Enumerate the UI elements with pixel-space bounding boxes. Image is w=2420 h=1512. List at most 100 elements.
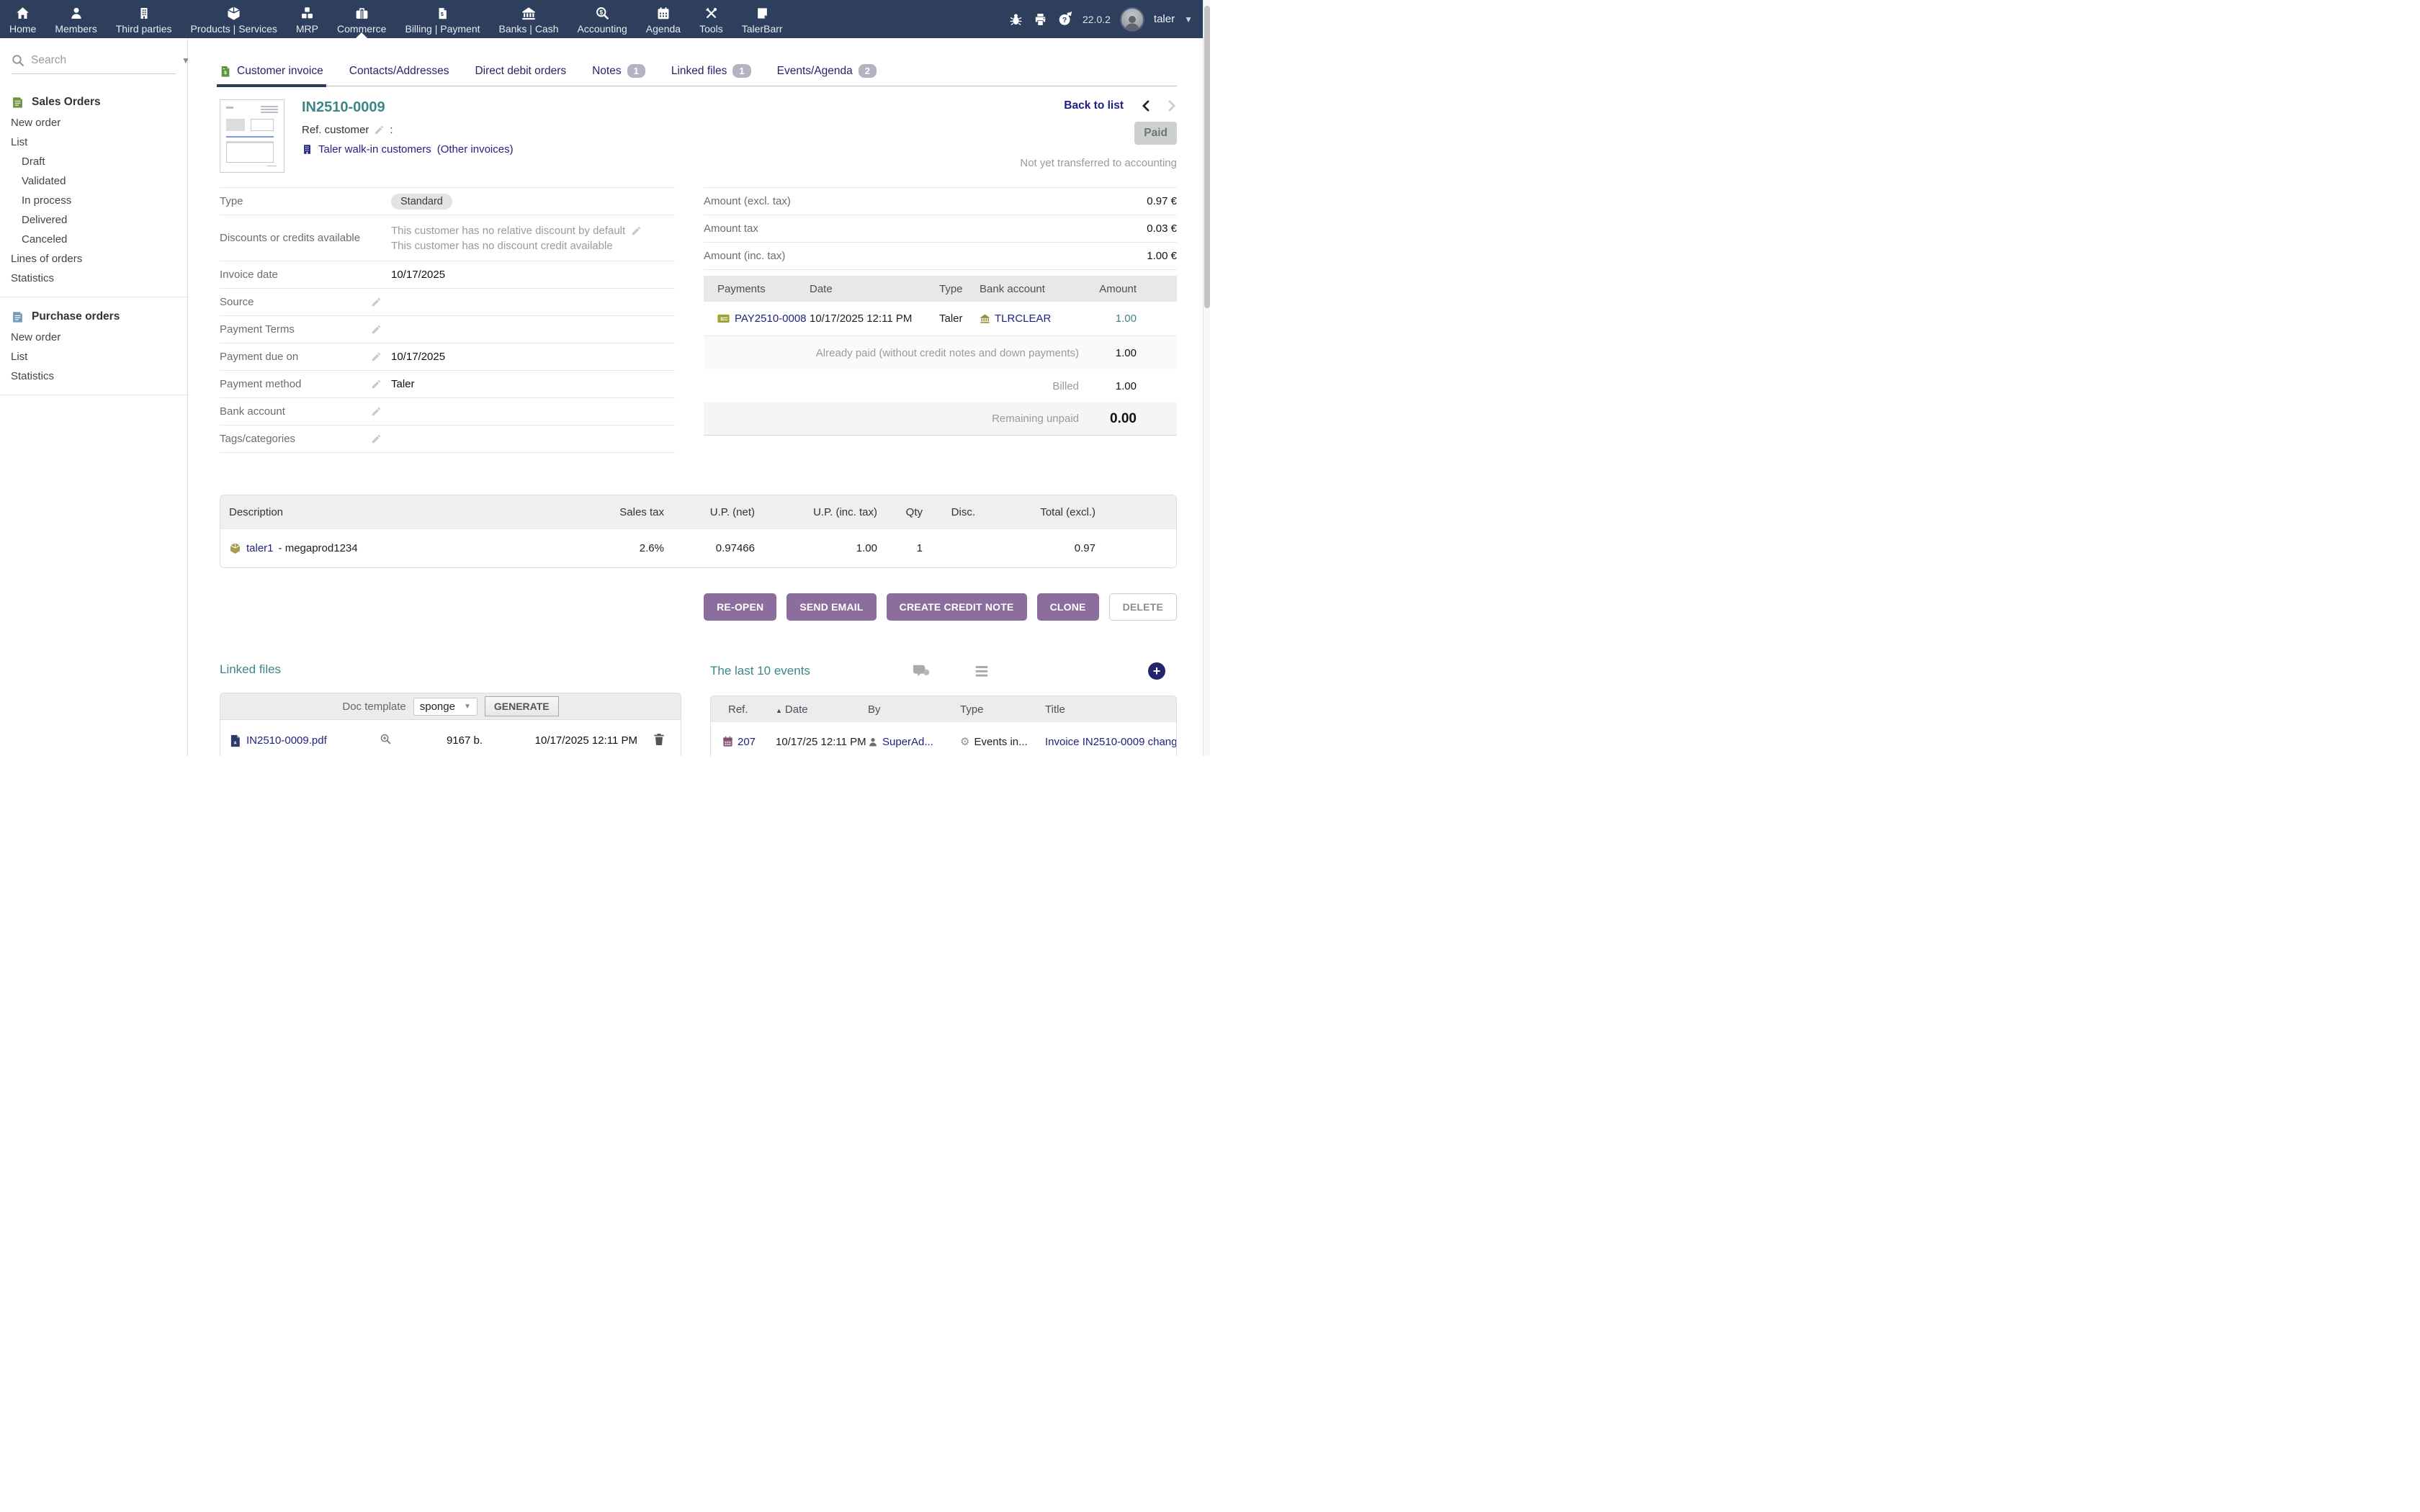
event-user-link[interactable]: SuperAd... [882, 736, 933, 748]
messages-icon[interactable] [911, 663, 930, 679]
detail-row-type: Type Standard [220, 188, 675, 215]
payment-ref-icon: $ [717, 314, 730, 323]
sidebar-item-draft[interactable]: Draft [0, 152, 187, 171]
detail-label: Invoice date [220, 269, 371, 281]
event-gear-icon: ⚙ [960, 737, 969, 747]
search-input[interactable] [31, 54, 175, 67]
invoice-pdf-thumbnail[interactable] [220, 99, 284, 173]
doc-template-label: Doc template [342, 701, 405, 713]
username-label[interactable]: taler [1154, 13, 1175, 25]
event-type: Events in... [974, 736, 1027, 748]
back-to-list-link[interactable]: Back to list [1064, 99, 1124, 112]
nav-members[interactable]: Members [45, 0, 106, 38]
doc-template-select[interactable]: sponge ▼ [413, 698, 478, 716]
edit-pencil-icon[interactable] [371, 351, 391, 362]
sidebar-sales-orders-header[interactable]: Sales Orders [0, 91, 187, 113]
remaining-unpaid-label: Remaining unpaid [992, 413, 1079, 425]
sidebar-purchase-orders-header[interactable]: Purchase orders [0, 306, 187, 328]
payment-due-value: 10/17/2025 [391, 351, 675, 363]
generate-button[interactable]: GENERATE [485, 696, 559, 716]
nav-home[interactable]: Home [0, 0, 45, 38]
add-event-button[interactable]: + [1148, 662, 1165, 680]
list-view-icon[interactable] [974, 665, 989, 678]
sidebar-item-po-statistics[interactable]: Statistics [0, 366, 187, 386]
payments-table: Payments Date Type Bank account Amount $… [704, 276, 1177, 436]
edit-pencil-icon[interactable] [371, 433, 391, 444]
top-navbar: Home Members Third parties Products | Se… [0, 0, 1203, 38]
user-menu-chevron-down-icon[interactable]: ▼ [1184, 14, 1193, 24]
edit-pencil-icon[interactable] [374, 125, 385, 135]
print-icon[interactable] [1033, 12, 1048, 27]
nav-products-services[interactable]: Products | Services [182, 0, 287, 38]
nav-tools-label: Tools [699, 23, 723, 35]
avatar[interactable] [1120, 7, 1144, 32]
nav-tools[interactable]: Tools [690, 0, 732, 38]
tab-linked-files[interactable]: Linked files 1 [671, 64, 751, 86]
bank-account-link[interactable]: TLRCLEAR [995, 312, 1051, 325]
tab-direct-debit-orders[interactable]: Direct debit orders [475, 65, 566, 86]
sidebar-item-statistics[interactable]: Statistics [0, 269, 187, 288]
delete-file-trash-icon[interactable] [637, 733, 681, 749]
sidebar-item-lines-of-orders[interactable]: Lines of orders [0, 249, 187, 269]
billed-row: Billed 1.00 [704, 369, 1177, 402]
page-scrollbar[interactable] [1203, 0, 1210, 756]
sidebar-item-po-new-order[interactable]: New order [0, 328, 187, 347]
edit-pencil-icon[interactable] [371, 324, 391, 335]
invoice-header-right: Back to list Paid Not yet transferred to… [838, 99, 1177, 169]
page: Home Members Third parties Products | Se… [0, 0, 1210, 756]
event-title-link[interactable]: Invoice IN2510-0009 change [1045, 736, 1176, 748]
create-credit-note-button[interactable]: CREATE CREDIT NOTE [887, 593, 1027, 621]
delete-button[interactable]: DELETE [1109, 593, 1177, 621]
nav-third-parties[interactable]: Third parties [107, 0, 182, 38]
nav-billing-payment[interactable]: $ Billing | Payment [395, 0, 489, 38]
tab-contacts-addresses[interactable]: Contacts/Addresses [349, 65, 449, 86]
reopen-button[interactable]: RE-OPEN [704, 593, 776, 621]
nav-accounting[interactable]: $ Accounting [568, 0, 637, 38]
ref-customer-colon: : [390, 124, 393, 136]
edit-pencil-icon[interactable] [371, 406, 391, 417]
tab-notes[interactable]: Notes 1 [592, 64, 645, 86]
invoice-ref: IN2510-0009 [302, 99, 514, 116]
edit-pencil-icon[interactable] [631, 225, 642, 236]
tab-customer-invoice[interactable]: $ Customer invoice [220, 65, 323, 86]
svg-text:$: $ [441, 12, 444, 17]
nav-banks-cash[interactable]: Banks | Cash [490, 0, 568, 38]
edit-pencil-icon[interactable] [371, 297, 391, 307]
doc-template-value: sponge [420, 701, 455, 713]
product-cube-icon [229, 542, 241, 554]
sidebar-item-canceled[interactable]: Canceled [0, 230, 187, 249]
scrollbar-thumb[interactable] [1204, 6, 1210, 308]
detail-label: Payment method [220, 378, 371, 390]
help-icon[interactable]: ? [1057, 12, 1073, 27]
nav-talerbarr[interactable]: TalerBarr [732, 0, 792, 38]
ref-customer-label: Ref. customer [302, 124, 369, 136]
nav-agenda[interactable]: Agenda [637, 0, 690, 38]
previous-chevron-left-icon[interactable] [1141, 100, 1150, 112]
events-table-header: Ref. ▲Date By Type Title [711, 696, 1176, 722]
payment-ref-link[interactable]: PAY2510-0008 [735, 312, 807, 325]
events-col-date[interactable]: ▲Date [776, 703, 868, 716]
sidebar-item-validated[interactable]: Validated [0, 171, 187, 191]
nav-mrp[interactable]: MRP [287, 0, 328, 38]
customer-other-invoices-link[interactable]: (Other invoices) [437, 143, 514, 156]
tab-events-agenda[interactable]: Events/Agenda 2 [777, 64, 877, 86]
debug-bug-icon[interactable] [1008, 12, 1023, 27]
event-ref-link[interactable]: 207 [738, 736, 756, 748]
linked-file-link[interactable]: IN2510-0009.pdf [246, 734, 327, 747]
sidebar-item-list[interactable]: List [0, 132, 187, 152]
already-paid-row: Already paid (without credit notes and d… [704, 336, 1177, 369]
clone-button[interactable]: CLONE [1037, 593, 1099, 621]
preview-magnifier-icon[interactable] [360, 733, 411, 748]
sidebar-item-in-process[interactable]: In process [0, 191, 187, 210]
company-icon [302, 143, 313, 156]
sidebar-item-delivered[interactable]: Delivered [0, 210, 187, 230]
product-ref-link[interactable]: taler1 [246, 542, 274, 554]
event-user-icon [868, 737, 878, 747]
customer-link[interactable]: Taler walk-in customers [318, 143, 431, 156]
send-email-button[interactable]: SEND EMAIL [786, 593, 876, 621]
sort-asc-icon: ▲ [776, 707, 782, 714]
nav-commerce[interactable]: Commerce [328, 0, 395, 38]
sidebar-item-new-order[interactable]: New order [0, 113, 187, 132]
edit-pencil-icon[interactable] [371, 379, 391, 390]
sidebar-item-po-list[interactable]: List [0, 347, 187, 366]
